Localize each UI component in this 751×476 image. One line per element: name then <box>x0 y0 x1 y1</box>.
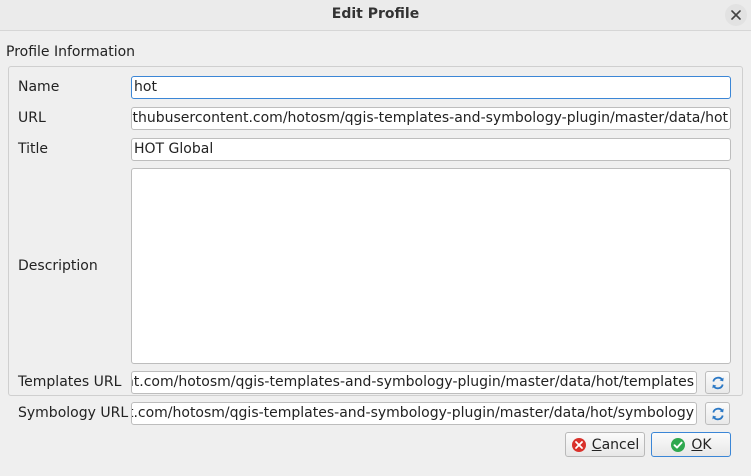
cancel-button[interactable]: Cancel <box>565 432 645 457</box>
templates-url-input-value: nt.com/hotosm/qgis-templates-and-symbolo… <box>131 374 694 390</box>
ok-label-rest: K <box>702 436 712 453</box>
symbology-url-label: Symbology URL <box>18 405 129 421</box>
title-input-value: HOT Global <box>134 141 214 157</box>
symbology-url-input-value: nt.com/hotosm/qgis-templates-and-symbolo… <box>131 405 694 421</box>
cancel-mnemonic: C <box>591 436 602 453</box>
title-label: Title <box>18 141 49 157</box>
symbology-url-input[interactable]: nt.com/hotosm/qgis-templates-and-symbolo… <box>131 402 697 425</box>
group-title: Profile Information <box>6 44 136 60</box>
description-label: Description <box>18 258 98 274</box>
url-label: URL <box>18 110 46 126</box>
close-icon <box>731 10 741 20</box>
ok-icon <box>671 437 686 452</box>
refresh-icon <box>711 407 724 420</box>
templates-url-label: Templates URL <box>18 374 122 390</box>
cancel-label-rest: ancel <box>601 436 640 453</box>
close-button[interactable] <box>725 4 747 26</box>
url-input[interactable]: githubusercontent.com/hotosm/qgis-templa… <box>131 107 731 130</box>
dialog-titlebar: Edit Profile <box>0 0 751 31</box>
refresh-icon <box>711 376 724 389</box>
name-input-value: hot <box>134 79 157 95</box>
url-input-value: githubusercontent.com/hotosm/qgis-templa… <box>131 110 728 126</box>
symbology-refresh-button[interactable] <box>705 402 730 425</box>
ok-button[interactable]: OK <box>651 432 731 457</box>
templates-refresh-button[interactable] <box>705 371 730 394</box>
cancel-icon <box>571 437 586 452</box>
ok-mnemonic: O <box>691 436 703 453</box>
name-label: Name <box>18 79 60 95</box>
templates-url-input[interactable]: nt.com/hotosm/qgis-templates-and-symbolo… <box>131 371 697 394</box>
ok-label: OK <box>691 437 711 453</box>
title-input[interactable]: HOT Global <box>131 138 731 161</box>
dialog-title: Edit Profile <box>331 6 420 22</box>
description-textarea[interactable] <box>131 168 731 364</box>
name-input[interactable]: hot <box>131 76 731 99</box>
cancel-label: Cancel <box>592 437 639 453</box>
